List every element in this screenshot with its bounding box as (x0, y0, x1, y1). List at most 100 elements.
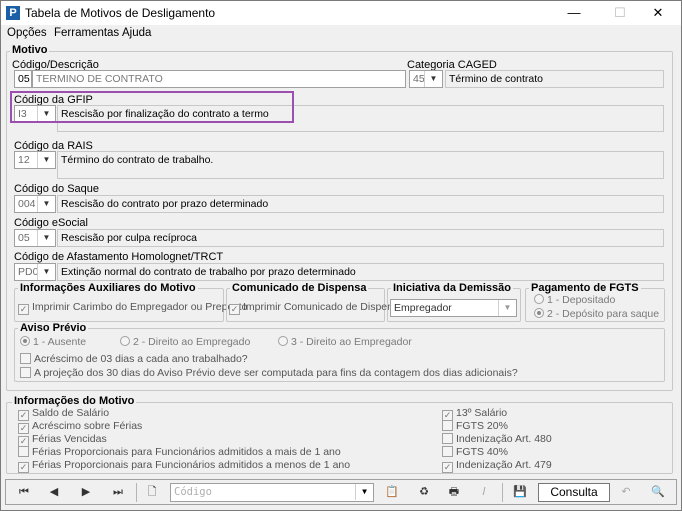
radio-icon (278, 336, 288, 346)
info-check-item[interactable]: ✓ Indenização Art. 479 (442, 459, 552, 473)
afast-code: PD0 (18, 266, 39, 278)
rais-combo[interactable]: 12 ▼ (14, 151, 56, 169)
caged-desc: Término de contrato (445, 70, 664, 88)
iniciativa-value: Empregador (394, 302, 452, 314)
chevron-down-icon[interactable]: ▼ (355, 484, 373, 500)
info-title: Informações do Motivo (12, 395, 137, 407)
checkbox-icon (20, 353, 31, 364)
aviso-acrescimo-check[interactable]: Acréscimo de 03 dias a cada ano trabalha… (20, 353, 248, 365)
dispensa-check-label: Imprimir Comunicado de Dispensa (243, 301, 405, 313)
info-check-label: Saldo de Salário (32, 407, 110, 419)
chevron-down-icon[interactable]: ▼ (424, 71, 442, 87)
info-check-label: Férias Vencidas (32, 433, 107, 445)
rais-code: 12 (18, 154, 30, 166)
copy-record-icon[interactable]: 📋 (380, 483, 404, 502)
info-check-item[interactable]: Indenização Art. 480 (442, 433, 552, 445)
info-check-item[interactable]: Férias Proporcionais para Funcionários a… (18, 446, 341, 458)
esocial-combo[interactable]: 05 ▼ (14, 229, 56, 247)
info-check-item[interactable]: ✓ Saldo de Salário (18, 407, 109, 421)
chevron-down-icon[interactable]: ▼ (37, 230, 55, 246)
fgts-opt1-label: 1 - Depositado (547, 294, 616, 306)
italic-icon[interactable]: 𝐼 (472, 483, 496, 502)
close-button[interactable]: ✕ (643, 3, 673, 23)
fgts-title: Pagamento de FGTS (529, 282, 641, 294)
radio-icon (120, 336, 130, 346)
chevron-down-icon[interactable]: ▼ (37, 196, 55, 212)
previous-record-icon[interactable]: ◀ (42, 483, 66, 502)
rais-desc: Término do contrato de trabalho. (57, 151, 664, 179)
checkbox-icon: ✓ (18, 462, 29, 473)
maximize-button[interactable]: ☐ (605, 3, 635, 23)
iniciativa-title: Iniciativa da Demissão (391, 282, 513, 294)
checkbox-icon: ✓ (18, 304, 29, 315)
consulta-button[interactable]: Consulta (538, 483, 610, 502)
info-check-label: Acréscimo sobre Férias (32, 420, 143, 432)
aviso-empregado-radio[interactable]: 2 - Direito ao Empregado (120, 336, 250, 348)
iniciativa-combo[interactable]: Empregador ▼ (390, 299, 517, 317)
aviso-projecao-check[interactable]: A projeção dos 30 dias do Aviso Prévio d… (20, 367, 518, 379)
motivo-title: Motivo (10, 44, 50, 56)
info-check-item[interactable]: FGTS 20% (442, 420, 508, 432)
info-check-label: 13º Salário (456, 407, 508, 419)
menu-opcoes[interactable]: Opções (7, 27, 47, 39)
aviso-opt2-label: 2 - Direito ao Empregado (133, 336, 251, 348)
aux-carimbo-check[interactable]: ✓ Imprimir Carimbo do Empregador ou Prepo… (18, 301, 247, 315)
search-combo[interactable]: Código ▼ (170, 483, 374, 502)
last-record-icon[interactable]: ⏭ (106, 483, 130, 502)
undo-icon[interactable]: ↶ (614, 483, 638, 502)
aviso-check1-label: Acréscimo de 03 dias a cada ano trabalha… (34, 353, 248, 365)
dispensa-check[interactable]: ✓ Imprimir Comunicado de Dispensa (229, 301, 404, 315)
aviso-empregador-radio[interactable]: 3 - Direito ao Empregador (278, 336, 412, 348)
checkbox-icon (442, 433, 453, 444)
checkbox-icon (18, 446, 29, 457)
info-check-item[interactable]: ✓ Férias Proporcionais para Funcionários … (18, 459, 350, 473)
menu-ferramentas[interactable]: Ferramentas (54, 27, 119, 39)
chevron-down-icon[interactable]: ▼ (37, 264, 55, 280)
descricao-field[interactable]: TERMINO DE CONTRATO (32, 70, 406, 88)
chevron-down-icon[interactable]: ▼ (37, 106, 55, 122)
menu-ajuda[interactable]: Ajuda (122, 27, 151, 39)
minimize-button[interactable]: — (559, 3, 589, 23)
info-check-item[interactable]: ✓ 13º Salário (442, 407, 507, 421)
recycle-icon[interactable]: ♻ (412, 483, 436, 502)
save-icon[interactable]: 💾 (508, 483, 532, 502)
info-check-label: Indenização Art. 480 (456, 433, 552, 445)
info-check-label: Férias Proporcionais para Funcionários a… (32, 446, 341, 458)
radio-icon (534, 294, 544, 304)
afast-combo[interactable]: PD0 ▼ (14, 263, 56, 281)
info-check-label: FGTS 40% (456, 446, 508, 458)
aviso-title: Aviso Prévio (18, 322, 89, 334)
info-check-item[interactable]: ✓ Férias Vencidas (18, 433, 107, 447)
aviso-check2-label: A projeção dos 30 dias do Aviso Prévio d… (34, 367, 518, 379)
aux-check-label: Imprimir Carimbo do Empregador ou Prepos… (32, 301, 248, 313)
binoculars-icon[interactable]: 🔍 (646, 483, 670, 502)
saque-code: 004 (18, 198, 36, 210)
info-check-label: FGTS 20% (456, 420, 508, 432)
print-icon[interactable]: 🖶 (442, 483, 466, 502)
dispensa-title: Comunicado de Dispensa (230, 282, 369, 294)
chevron-down-icon[interactable]: ▼ (498, 300, 516, 316)
toolbar-separator (136, 483, 137, 502)
saque-desc: Rescisão do contrato por prazo determina… (57, 195, 664, 213)
fgts-opt2-label: 2 - Depósito para saque (547, 308, 660, 320)
next-record-icon[interactable]: ▶ (74, 483, 98, 502)
new-document-icon[interactable]: 🗋 (140, 483, 164, 502)
fgts-saque-radio[interactable]: 2 - Depósito para saque (534, 308, 659, 320)
main-window: P Tabela de Motivos de Desligamento — ☐ … (0, 0, 682, 511)
search-placeholder: Código (174, 486, 212, 498)
radio-selected-icon (534, 308, 544, 318)
radio-selected-icon (20, 336, 30, 346)
fgts-depositado-radio[interactable]: 1 - Depositado (534, 294, 615, 306)
esocial-desc: Rescisão por culpa recíproca (57, 229, 664, 247)
gfip-combo[interactable]: I3 ▼ (14, 105, 56, 123)
caged-combo[interactable]: 45 ▼ (409, 70, 443, 88)
chevron-down-icon[interactable]: ▼ (37, 152, 55, 168)
info-check-item[interactable]: FGTS 40% (442, 446, 508, 458)
saque-label: Código do Saque (14, 183, 100, 195)
codigo-field[interactable]: 05 (14, 70, 32, 88)
info-check-item[interactable]: ✓ Acréscimo sobre Férias (18, 420, 142, 434)
aviso-ausente-radio[interactable]: 1 - Ausente (20, 336, 86, 348)
saque-combo[interactable]: 004 ▼ (14, 195, 56, 213)
first-record-icon[interactable]: ⏮ (12, 483, 36, 502)
esocial-code: 05 (18, 232, 30, 244)
